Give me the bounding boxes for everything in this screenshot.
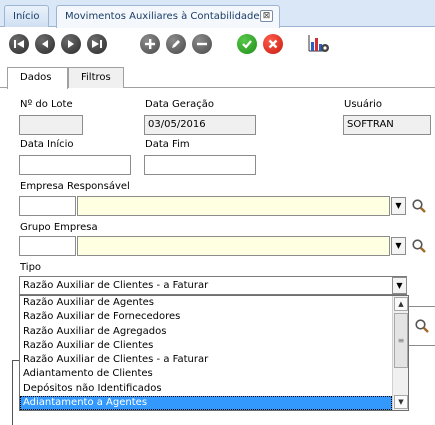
data-geracao-label: Data Geração	[145, 99, 214, 110]
empresa-code-field[interactable]	[19, 196, 76, 216]
tab-movimentos-auxiliares[interactable]: Movimentos Auxiliares à Contabilidade ⊠	[56, 5, 280, 28]
empresa-dropdown-arrow-icon[interactable]: ▼	[391, 197, 406, 215]
next-record-icon[interactable]	[61, 34, 81, 54]
data-fim-field[interactable]	[144, 155, 256, 175]
list-item[interactable]: Razão Auxiliar de Fornecedores	[20, 310, 392, 324]
usuario-field[interactable]: SOFTRAN	[343, 115, 431, 135]
data-fim-label: Data Fim	[145, 139, 190, 150]
grupo-name-field[interactable]	[77, 236, 390, 256]
remove-icon[interactable]	[192, 34, 212, 54]
tab-filtros[interactable]: Filtros	[68, 67, 124, 88]
tab-movimentos-label: Movimentos Auxiliares à Contabilidade	[65, 11, 260, 22]
grupo-label: Grupo Empresa	[20, 222, 98, 233]
group-box-border	[12, 360, 13, 425]
lote-label: Nº do Lote	[20, 99, 73, 110]
document-tab-bar: Início Movimentos Auxiliares à Contabili…	[0, 0, 435, 28]
tab-inicio-label: Início	[13, 11, 40, 22]
empresa-search-icon[interactable]	[411, 198, 427, 214]
scroll-down-icon[interactable]: ▼	[394, 395, 408, 409]
tipo-dropdown-arrow-icon[interactable]: ▼	[392, 277, 407, 294]
empresa-label: Empresa Responsável	[20, 181, 130, 192]
list-item[interactable]: Depósitos não Identificados	[20, 382, 392, 396]
grupo-code-field[interactable]	[19, 236, 76, 256]
toolbar	[0, 28, 435, 63]
grupo-dropdown-arrow-icon[interactable]: ▼	[391, 237, 406, 255]
tipo-dropdown-list[interactable]: Razão Auxiliar de Agentes Razão Auxiliar…	[19, 295, 409, 411]
list-item[interactable]: Razão Auxiliar de Clientes - a Faturar	[20, 353, 392, 367]
previous-record-icon[interactable]	[35, 34, 55, 54]
hidden-search-icon[interactable]	[414, 318, 430, 334]
scroll-thumb[interactable]: ≡	[394, 313, 408, 368]
grupo-search-icon[interactable]	[411, 238, 427, 254]
tab-dados[interactable]: Dados	[7, 67, 68, 89]
form-tab-strip: Dados Filtros	[0, 66, 435, 89]
edit-icon[interactable]	[166, 34, 186, 54]
lote-field[interactable]	[19, 115, 83, 135]
data-inicio-field[interactable]	[19, 155, 131, 175]
tab-inicio[interactable]: Início	[4, 5, 49, 27]
list-item-selected[interactable]: Adiantamento a Agentes	[20, 396, 392, 410]
scroll-up-icon[interactable]: ▲	[394, 297, 408, 311]
empresa-name-field[interactable]	[77, 196, 390, 216]
confirm-icon[interactable]	[237, 34, 257, 54]
last-record-icon[interactable]	[87, 34, 107, 54]
cancel-icon[interactable]	[263, 34, 283, 54]
usuario-label: Usuário	[344, 99, 383, 110]
tab-dados-label: Dados	[20, 72, 52, 83]
tab-filtros-label: Filtros	[81, 72, 111, 83]
list-item[interactable]: Razão Auxiliar de Agentes	[20, 296, 392, 310]
list-item[interactable]: Razão Auxiliar de Agregados	[20, 325, 392, 339]
first-record-icon[interactable]	[9, 34, 29, 54]
close-tab-icon[interactable]: ⊠	[260, 10, 273, 22]
tipo-select[interactable]: Razão Auxiliar de Clientes - a Faturar	[19, 276, 407, 295]
tipo-label: Tipo	[20, 262, 42, 273]
dropdown-scrollbar[interactable]: ▲ ≡ ▼	[392, 296, 408, 410]
report-settings-icon[interactable]	[307, 33, 331, 55]
list-item[interactable]: Adiantamento de Clientes	[20, 367, 392, 381]
data-geracao-field[interactable]: 03/05/2016	[144, 115, 256, 135]
list-item[interactable]: Razão Auxiliar de Clientes	[20, 339, 392, 353]
tipo-selected-value: Razão Auxiliar de Clientes - a Faturar	[23, 280, 209, 291]
add-icon[interactable]	[140, 34, 160, 54]
data-inicio-label: Data Início	[20, 139, 74, 150]
